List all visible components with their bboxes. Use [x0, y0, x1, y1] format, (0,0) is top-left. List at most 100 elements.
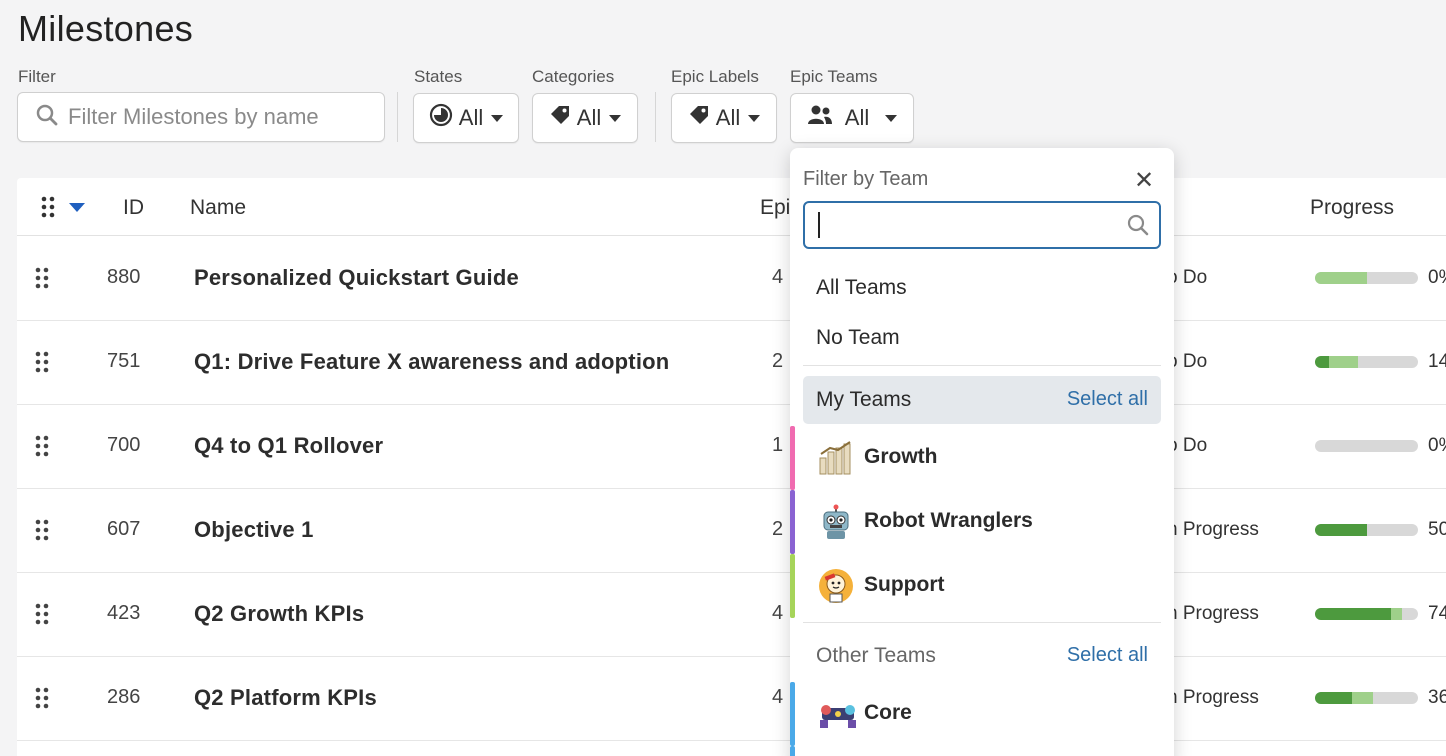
drag-handle-icon[interactable]: [35, 267, 49, 294]
team-color-bar: [790, 746, 795, 756]
search-icon: [1127, 214, 1149, 241]
milestone-id: 423: [107, 602, 141, 624]
team-option-support[interactable]: Support: [790, 554, 1174, 618]
table-row[interactable]: 286 Q2 Platform KPIs 4 n Progress 36: [17, 657, 1446, 741]
option-no-team[interactable]: No Team: [816, 326, 900, 350]
categories-filter-value: All: [576, 105, 602, 130]
progress-started-fill: [1315, 272, 1367, 284]
milestone-name-link[interactable]: Personalized Quickstart Guide: [194, 265, 519, 291]
table-row[interactable]: 700Q4 to Q1 Rollover1o Do0%: [17, 405, 1446, 489]
epic-count: 4: [772, 266, 784, 288]
team-search-input[interactable]: [803, 201, 1161, 249]
progress-bar: [1315, 524, 1418, 536]
milestone-search-box[interactable]: [17, 92, 385, 142]
team-filter-dropdown: Filter by Team ✕ All Teams No Team My Te…: [790, 148, 1174, 756]
milestone-name-link[interactable]: Q4 to Q1 Rollover: [194, 433, 383, 459]
team-option-core[interactable]: Core: [790, 682, 1174, 746]
progress-done-fill: [1315, 356, 1330, 368]
page-title: Milestones: [18, 8, 194, 49]
progress-started-fill: [1391, 608, 1402, 620]
progress-percent: 36: [1428, 687, 1446, 708]
my-teams-label: My Teams: [816, 388, 912, 411]
epic-teams-filter-button[interactable]: All: [790, 93, 914, 143]
epic-labels-filter-value: All: [715, 105, 741, 130]
team-color-bar: [790, 554, 795, 618]
team-name: Core: [864, 701, 912, 724]
epic-teams-filter-value: All: [844, 105, 870, 130]
team-color-bar: [790, 426, 795, 490]
table-row[interactable]: 751 Q1: Drive Feature X awareness and ado…: [17, 321, 1446, 405]
progress-started-fill: [1329, 356, 1359, 368]
other-teams-section-header: Other Teams Select all: [803, 632, 1161, 680]
filter-label: Filter: [18, 67, 56, 86]
table-row[interactable]: 607 Objective 1 2 n Progress 50: [17, 489, 1446, 573]
drag-handle-icon[interactable]: [35, 687, 49, 714]
epic-labels-label: Epic Labels: [671, 67, 759, 86]
chevron-down-icon: [491, 114, 504, 122]
team-option-growth[interactable]: Growth: [790, 426, 1174, 490]
epic-count: 4: [772, 602, 784, 624]
progress-done-fill: [1315, 608, 1392, 620]
robot-icon: [818, 504, 854, 540]
drag-handle-icon[interactable]: [35, 435, 49, 462]
state-icon: [429, 103, 453, 133]
states-filter-value: All: [458, 105, 484, 130]
team-option-robot-wranglers[interactable]: Robot Wranglers: [790, 490, 1174, 554]
chevron-down-icon: [885, 114, 898, 122]
epic-labels-filter-button[interactable]: All: [671, 93, 777, 143]
progress-percent: 0%: [1428, 267, 1446, 288]
drag-handle-icon[interactable]: [41, 196, 55, 223]
milestone-search-input[interactable]: [68, 104, 368, 130]
column-header-name[interactable]: Name: [190, 196, 246, 220]
table-row[interactable]: 880Personalized Quickstart Guide4o Do0%: [17, 237, 1446, 321]
epic-count: 1: [772, 434, 784, 456]
column-header-progress[interactable]: Progress: [1310, 196, 1394, 220]
milestone-name-link[interactable]: Objective 1: [194, 517, 314, 543]
sort-desc-icon[interactable]: [69, 203, 85, 212]
other-teams-label: Other Teams: [816, 644, 936, 667]
option-all-teams[interactable]: All Teams: [816, 276, 907, 300]
milestone-name-link[interactable]: Q2 Platform KPIs: [194, 685, 377, 711]
progress-percent: 50: [1428, 519, 1446, 540]
table-row[interactable]: 423 Q2 Growth KPIs 4 n Progress 74: [17, 573, 1446, 657]
divider: [803, 622, 1161, 623]
categories-label: Categories: [532, 67, 615, 86]
milestone-id: 700: [107, 434, 141, 456]
categories-filter-button[interactable]: All: [532, 93, 638, 143]
progress-percent: 0%: [1428, 435, 1446, 456]
column-header-id[interactable]: ID: [123, 196, 144, 220]
close-icon[interactable]: ✕: [1134, 166, 1154, 195]
my-teams-section-header: My Teams Select all: [803, 376, 1161, 424]
my-teams-select-all-link[interactable]: Select all: [1067, 388, 1148, 411]
milestone-state: n Progress: [1167, 519, 1259, 540]
milestone-id: 751: [107, 350, 141, 372]
team-name: Growth: [864, 445, 938, 468]
progress-percent: 74: [1428, 603, 1446, 624]
milestone-id: 607: [107, 518, 141, 540]
states-filter-button[interactable]: All: [413, 93, 519, 143]
growth-chart-icon: [818, 440, 854, 476]
column-header-epics[interactable]: Epi: [760, 196, 790, 220]
milestone-name-link[interactable]: Q2 Growth KPIs: [194, 601, 364, 627]
progress-bar: [1315, 692, 1418, 704]
drag-handle-icon[interactable]: [35, 519, 49, 546]
drag-handle-icon[interactable]: [35, 351, 49, 378]
milestone-name-link[interactable]: Q1: Drive Feature X awareness and adopti…: [194, 349, 669, 375]
progress-bar: [1315, 608, 1418, 620]
drag-handle-icon[interactable]: [35, 603, 49, 630]
milestone-state: n Progress: [1167, 603, 1259, 624]
progress-done-fill: [1315, 524, 1367, 536]
epic-teams-label: Epic Teams: [790, 67, 878, 86]
milestone-id: 286: [107, 686, 141, 708]
chevron-down-icon: [609, 114, 622, 122]
milestone-id: 880: [107, 266, 141, 288]
other-teams-select-all-link[interactable]: Select all: [1067, 644, 1148, 667]
filter-divider: [655, 92, 656, 142]
progress-started-fill: [1352, 692, 1373, 704]
team-color-bar: [790, 490, 795, 554]
milestones-table: ID Name Epi Progress 880 Personalized Qui…: [17, 178, 1446, 756]
support-mascot-icon: [818, 568, 854, 604]
text-cursor: [818, 212, 820, 238]
progress-done-fill: [1315, 692, 1353, 704]
team-name: Support: [864, 573, 945, 596]
